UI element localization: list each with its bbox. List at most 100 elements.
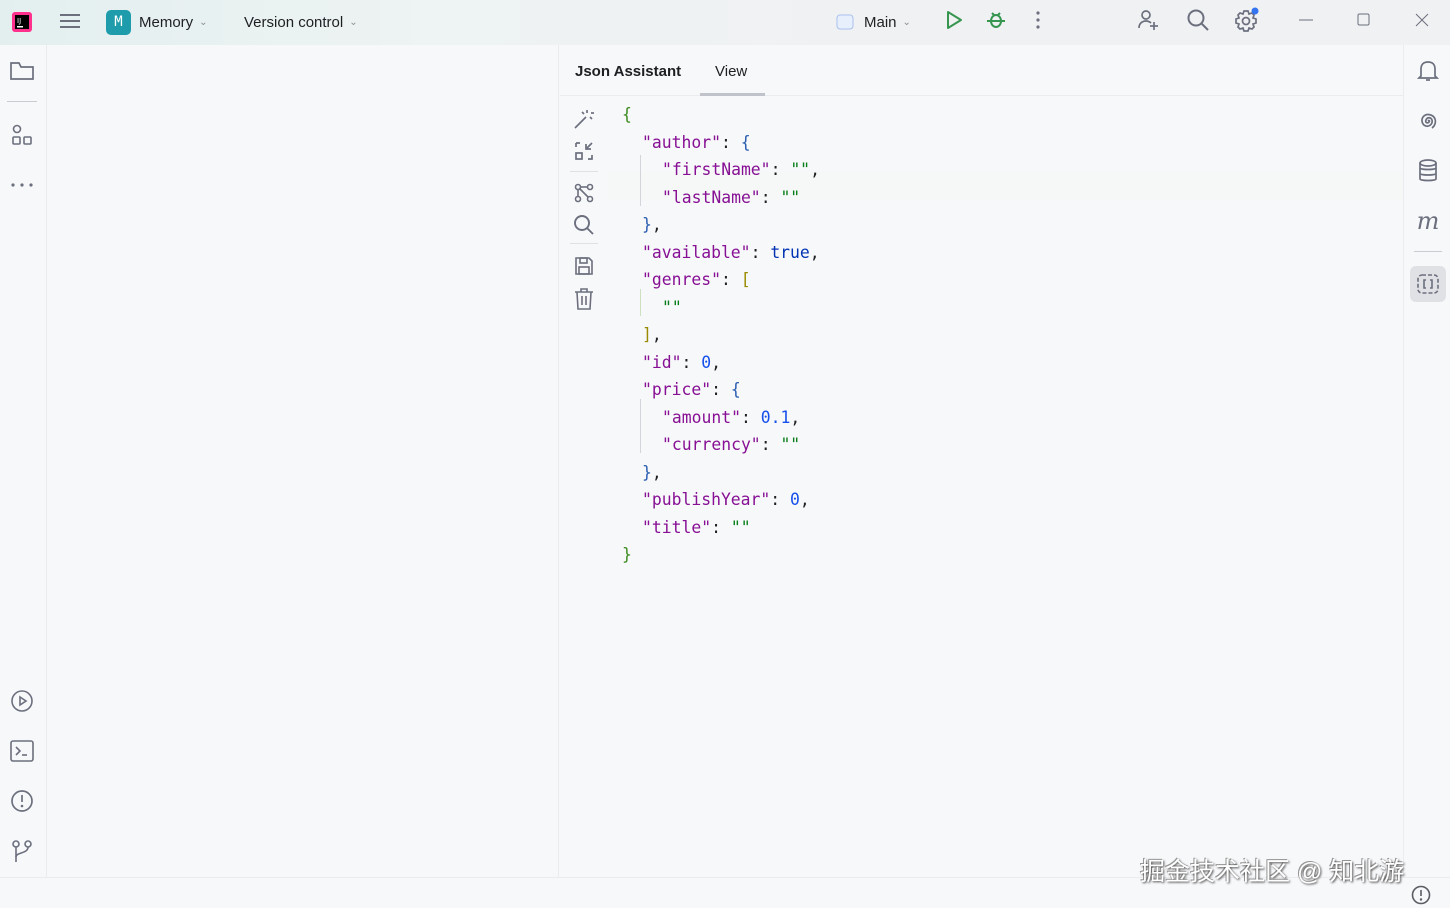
maximize-button[interactable] bbox=[1350, 8, 1378, 32]
json-punctuation: , bbox=[651, 215, 662, 234]
git-branch-icon bbox=[12, 840, 32, 862]
git-tool-button[interactable] bbox=[8, 837, 36, 865]
compress-button[interactable] bbox=[570, 137, 598, 165]
more-tools-button[interactable] bbox=[8, 171, 36, 199]
warning-circle-icon bbox=[11, 790, 33, 812]
maven-m-icon[interactable]: m bbox=[1414, 207, 1442, 235]
json-key: "genres" bbox=[642, 270, 721, 289]
warning-circle-icon bbox=[1411, 885, 1431, 905]
structure-icon bbox=[12, 124, 32, 145]
json-punctuation: : bbox=[750, 242, 771, 262]
json-assistant-tool-button[interactable] bbox=[1410, 266, 1446, 302]
json-string: "" bbox=[790, 160, 811, 179]
code-line: "price": { bbox=[622, 376, 820, 404]
json-number: 0 bbox=[701, 352, 712, 372]
intellij-logo-icon[interactable]: IJ bbox=[10, 10, 34, 34]
generate-button[interactable] bbox=[570, 105, 598, 133]
json-key: "available" bbox=[642, 242, 751, 262]
json-boolean: true bbox=[770, 242, 810, 262]
chevron-down-icon: ⌄ bbox=[902, 16, 911, 28]
run-config-selector[interactable]: Main ⌄ bbox=[836, 7, 911, 37]
code-line: "currency": "" bbox=[622, 431, 820, 459]
json-punctuation: , bbox=[809, 242, 820, 262]
active-tab-indicator bbox=[700, 93, 765, 96]
code-line: "publishYear": 0, bbox=[622, 486, 820, 514]
search-icon bbox=[574, 215, 594, 235]
more-actions-button[interactable] bbox=[1030, 8, 1046, 32]
database-icon bbox=[1419, 159, 1437, 182]
vcs-label: Version control bbox=[244, 13, 344, 31]
json-bracket: } bbox=[622, 545, 632, 564]
ai-assistant-button[interactable] bbox=[1414, 107, 1442, 135]
json-bracket: } bbox=[642, 462, 652, 482]
ide-errors-button[interactable] bbox=[1410, 884, 1432, 906]
json-brackets-icon bbox=[1417, 274, 1439, 294]
maximize-icon bbox=[1357, 13, 1370, 26]
json-key: "price" bbox=[642, 380, 712, 399]
json-string: "" bbox=[780, 435, 801, 454]
project-selector[interactable]: M Memory ⌄ bbox=[106, 7, 208, 37]
tab-json-assistant[interactable]: Json Assistant bbox=[575, 63, 681, 80]
json-punctuation: , bbox=[810, 160, 820, 179]
debug-button[interactable] bbox=[984, 8, 1008, 32]
vcs-selector[interactable]: Version control ⌄ bbox=[244, 7, 358, 37]
json-punctuation: : bbox=[760, 187, 781, 207]
settings-button[interactable] bbox=[1233, 6, 1261, 34]
add-user-icon bbox=[1138, 10, 1158, 30]
tool-window-tabs: Json Assistant View bbox=[560, 45, 1403, 96]
close-button[interactable] bbox=[1408, 8, 1436, 32]
json-punctuation: , bbox=[790, 407, 801, 427]
terminal-tool-button[interactable] bbox=[8, 737, 36, 765]
json-punctuation: , bbox=[651, 325, 662, 344]
minimize-button[interactable] bbox=[1292, 8, 1320, 32]
clear-button[interactable] bbox=[570, 285, 598, 313]
services-tool-button[interactable] bbox=[8, 687, 36, 715]
json-key: "lastName" bbox=[662, 187, 761, 207]
code-line: }, bbox=[622, 459, 820, 487]
project-tool-button[interactable] bbox=[8, 57, 36, 85]
json-editor[interactable]: {"author": {"firstName": "", "lastName": … bbox=[622, 101, 820, 569]
services-icon bbox=[11, 690, 33, 712]
json-punctuation: : bbox=[720, 270, 741, 289]
trash-icon bbox=[575, 288, 593, 310]
tab-view[interactable]: View bbox=[715, 63, 747, 80]
code-line: "" bbox=[622, 294, 820, 322]
code-line: "available": true, bbox=[622, 239, 820, 267]
chevron-down-icon: ⌄ bbox=[199, 16, 208, 28]
graph-view-button[interactable] bbox=[570, 179, 598, 207]
gear-icon bbox=[1235, 7, 1259, 32]
json-key: "author" bbox=[642, 132, 721, 152]
structure-tool-button[interactable] bbox=[8, 121, 36, 149]
watermark: 掘金技术社区 @ 知北游 bbox=[1140, 858, 1405, 886]
left-tool-strip bbox=[0, 45, 47, 877]
problems-tool-button[interactable] bbox=[8, 787, 36, 815]
json-punctuation: : bbox=[720, 132, 741, 152]
project-panel bbox=[47, 45, 559, 877]
code-line: { bbox=[622, 101, 820, 129]
title-bar: IJ M Memory ⌄ Version control ⌄ Main ⌄ bbox=[0, 0, 1450, 45]
search-button[interactable] bbox=[570, 211, 598, 239]
json-string: "" bbox=[780, 187, 801, 207]
database-button[interactable] bbox=[1414, 157, 1442, 185]
save-button[interactable] bbox=[570, 252, 598, 280]
minimize-icon bbox=[1299, 19, 1313, 21]
search-everywhere-button[interactable] bbox=[1184, 6, 1212, 34]
notifications-button[interactable] bbox=[1414, 57, 1442, 85]
json-key: "publishYear" bbox=[642, 490, 771, 509]
code-with-me-button[interactable] bbox=[1134, 6, 1162, 34]
json-number: 0.1 bbox=[760, 407, 791, 427]
code-line: "author": { bbox=[622, 129, 820, 157]
divider bbox=[7, 101, 37, 102]
code-line: "genres": [ bbox=[622, 266, 820, 294]
main-menu-icon[interactable] bbox=[57, 8, 83, 34]
json-punctuation: : bbox=[770, 160, 791, 179]
bell-icon bbox=[1417, 61, 1439, 81]
divider bbox=[1414, 251, 1442, 252]
run-button[interactable] bbox=[942, 8, 966, 32]
json-bracket: { bbox=[622, 105, 632, 124]
magic-wand-icon bbox=[574, 110, 594, 129]
code-line: "title": "" bbox=[622, 514, 820, 542]
json-bracket: ] bbox=[642, 325, 652, 344]
json-key: "amount" bbox=[662, 407, 741, 427]
json-key: "id" bbox=[642, 352, 682, 372]
